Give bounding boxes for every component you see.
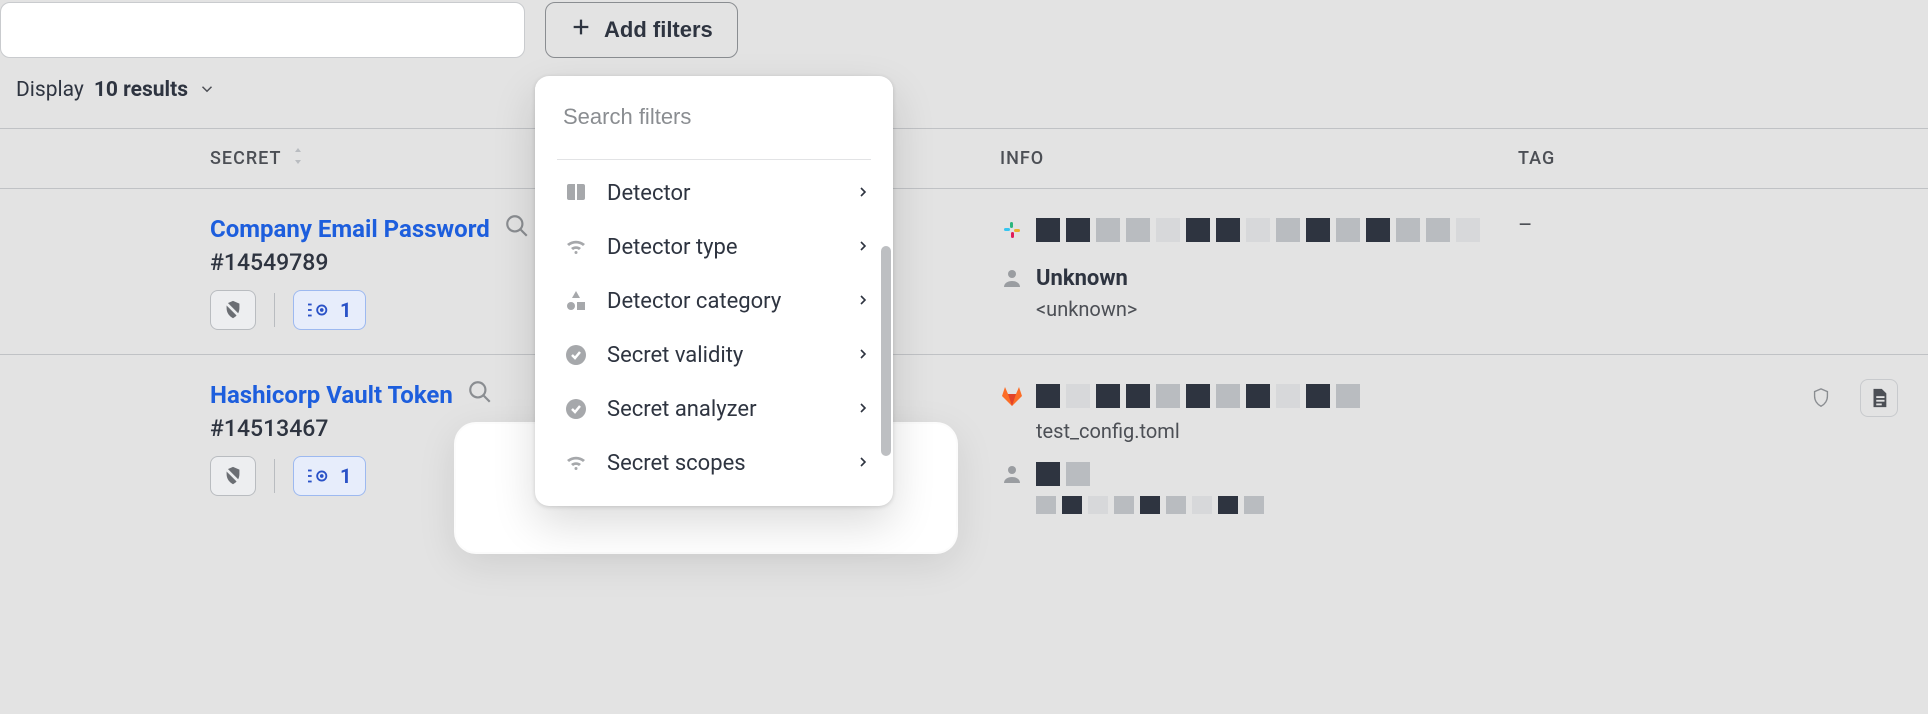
book-icon xyxy=(563,180,589,206)
add-filters-label: Add filters xyxy=(604,17,713,43)
tag-cell: – xyxy=(1518,213,1638,238)
scrollbar-thumb[interactable] xyxy=(881,246,891,456)
redacted-text xyxy=(1036,218,1480,242)
filter-item-detector-type[interactable]: Detector type xyxy=(535,220,893,274)
info-file-name: test_config.toml xyxy=(1036,419,1518,443)
display-selector[interactable]: Display 10 results xyxy=(0,76,1928,128)
filter-item-label: Detector type xyxy=(607,235,738,260)
chevron-right-icon xyxy=(855,181,871,206)
wifi-icon xyxy=(563,234,589,260)
display-value: 10 results xyxy=(94,78,188,102)
plus-icon xyxy=(570,16,592,44)
occurrences-count: 1 xyxy=(340,298,351,322)
user-icon xyxy=(1000,462,1024,486)
column-header-secret-label: SECRET xyxy=(210,148,281,169)
divider xyxy=(274,459,275,493)
column-header-tag-label: TAG xyxy=(1518,148,1555,169)
filter-item-detector[interactable]: Detector xyxy=(535,166,893,220)
user-icon xyxy=(1000,266,1024,290)
search-icon[interactable] xyxy=(504,213,530,245)
chevron-right-icon xyxy=(855,343,871,368)
chevron-right-icon xyxy=(855,451,871,476)
secret-title-link[interactable]: Company Email Password xyxy=(210,215,490,243)
check-circle-icon xyxy=(563,396,589,422)
redacted-text xyxy=(1036,384,1360,408)
filter-dropdown-panel: Detector Detector type Detector category… xyxy=(535,76,893,506)
filter-search-input[interactable] xyxy=(535,80,893,152)
info-user-sub: <unknown> xyxy=(1036,297,1518,321)
document-icon[interactable] xyxy=(1860,379,1898,417)
column-header-tag[interactable]: TAG xyxy=(1518,148,1638,169)
filter-item-detector-category[interactable]: Detector category xyxy=(535,274,893,328)
table-row[interactable]: Hashicorp Vault Token #14513467 1 xyxy=(0,354,1928,543)
column-header-info-label: INFO xyxy=(1000,148,1044,169)
slack-icon xyxy=(1000,218,1024,242)
occurrences-count: 1 xyxy=(340,464,351,488)
filter-item-label: Secret scopes xyxy=(607,451,746,476)
occurrences-badge[interactable]: 1 xyxy=(293,290,366,330)
secret-title-link[interactable]: Hashicorp Vault Token xyxy=(210,381,453,409)
shield-off-badge[interactable] xyxy=(210,456,256,496)
divider xyxy=(274,293,275,327)
divider xyxy=(557,152,871,160)
redacted-text xyxy=(1036,493,1518,519)
search-input-box[interactable] xyxy=(0,2,525,58)
table-row[interactable]: Company Email Password #14549789 1 xyxy=(0,188,1928,354)
filter-item-secret-analyzer[interactable]: Secret analyzer xyxy=(535,382,893,436)
add-filters-button[interactable]: Add filters xyxy=(545,2,738,58)
filter-item-label: Detector category xyxy=(607,289,781,314)
check-circle-icon xyxy=(563,342,589,368)
search-icon[interactable] xyxy=(467,379,493,411)
chevron-right-icon xyxy=(855,397,871,422)
filter-item-secret-scopes[interactable]: Secret scopes xyxy=(535,436,893,490)
display-prefix: Display xyxy=(16,78,84,102)
chevron-right-icon xyxy=(855,289,871,314)
filter-item-label: Secret analyzer xyxy=(607,397,757,422)
shield-off-badge[interactable] xyxy=(210,290,256,330)
gitlab-icon xyxy=(1000,384,1024,408)
redacted-text xyxy=(1036,462,1090,486)
column-header-info[interactable]: INFO xyxy=(1000,148,1518,169)
chevron-down-icon xyxy=(198,76,216,104)
shapes-icon xyxy=(563,288,589,314)
wifi-icon xyxy=(563,450,589,476)
info-user-name: Unknown xyxy=(1036,266,1128,291)
chevron-right-icon xyxy=(855,235,871,260)
filter-item-secret-validity[interactable]: Secret validity xyxy=(535,328,893,382)
scrollbar[interactable] xyxy=(881,176,891,506)
sort-icon xyxy=(291,147,305,170)
shield-icon[interactable] xyxy=(1802,379,1840,417)
filter-item-label: Secret validity xyxy=(607,343,743,368)
filter-item-label: Detector xyxy=(607,181,690,206)
occurrences-badge[interactable]: 1 xyxy=(293,456,366,496)
